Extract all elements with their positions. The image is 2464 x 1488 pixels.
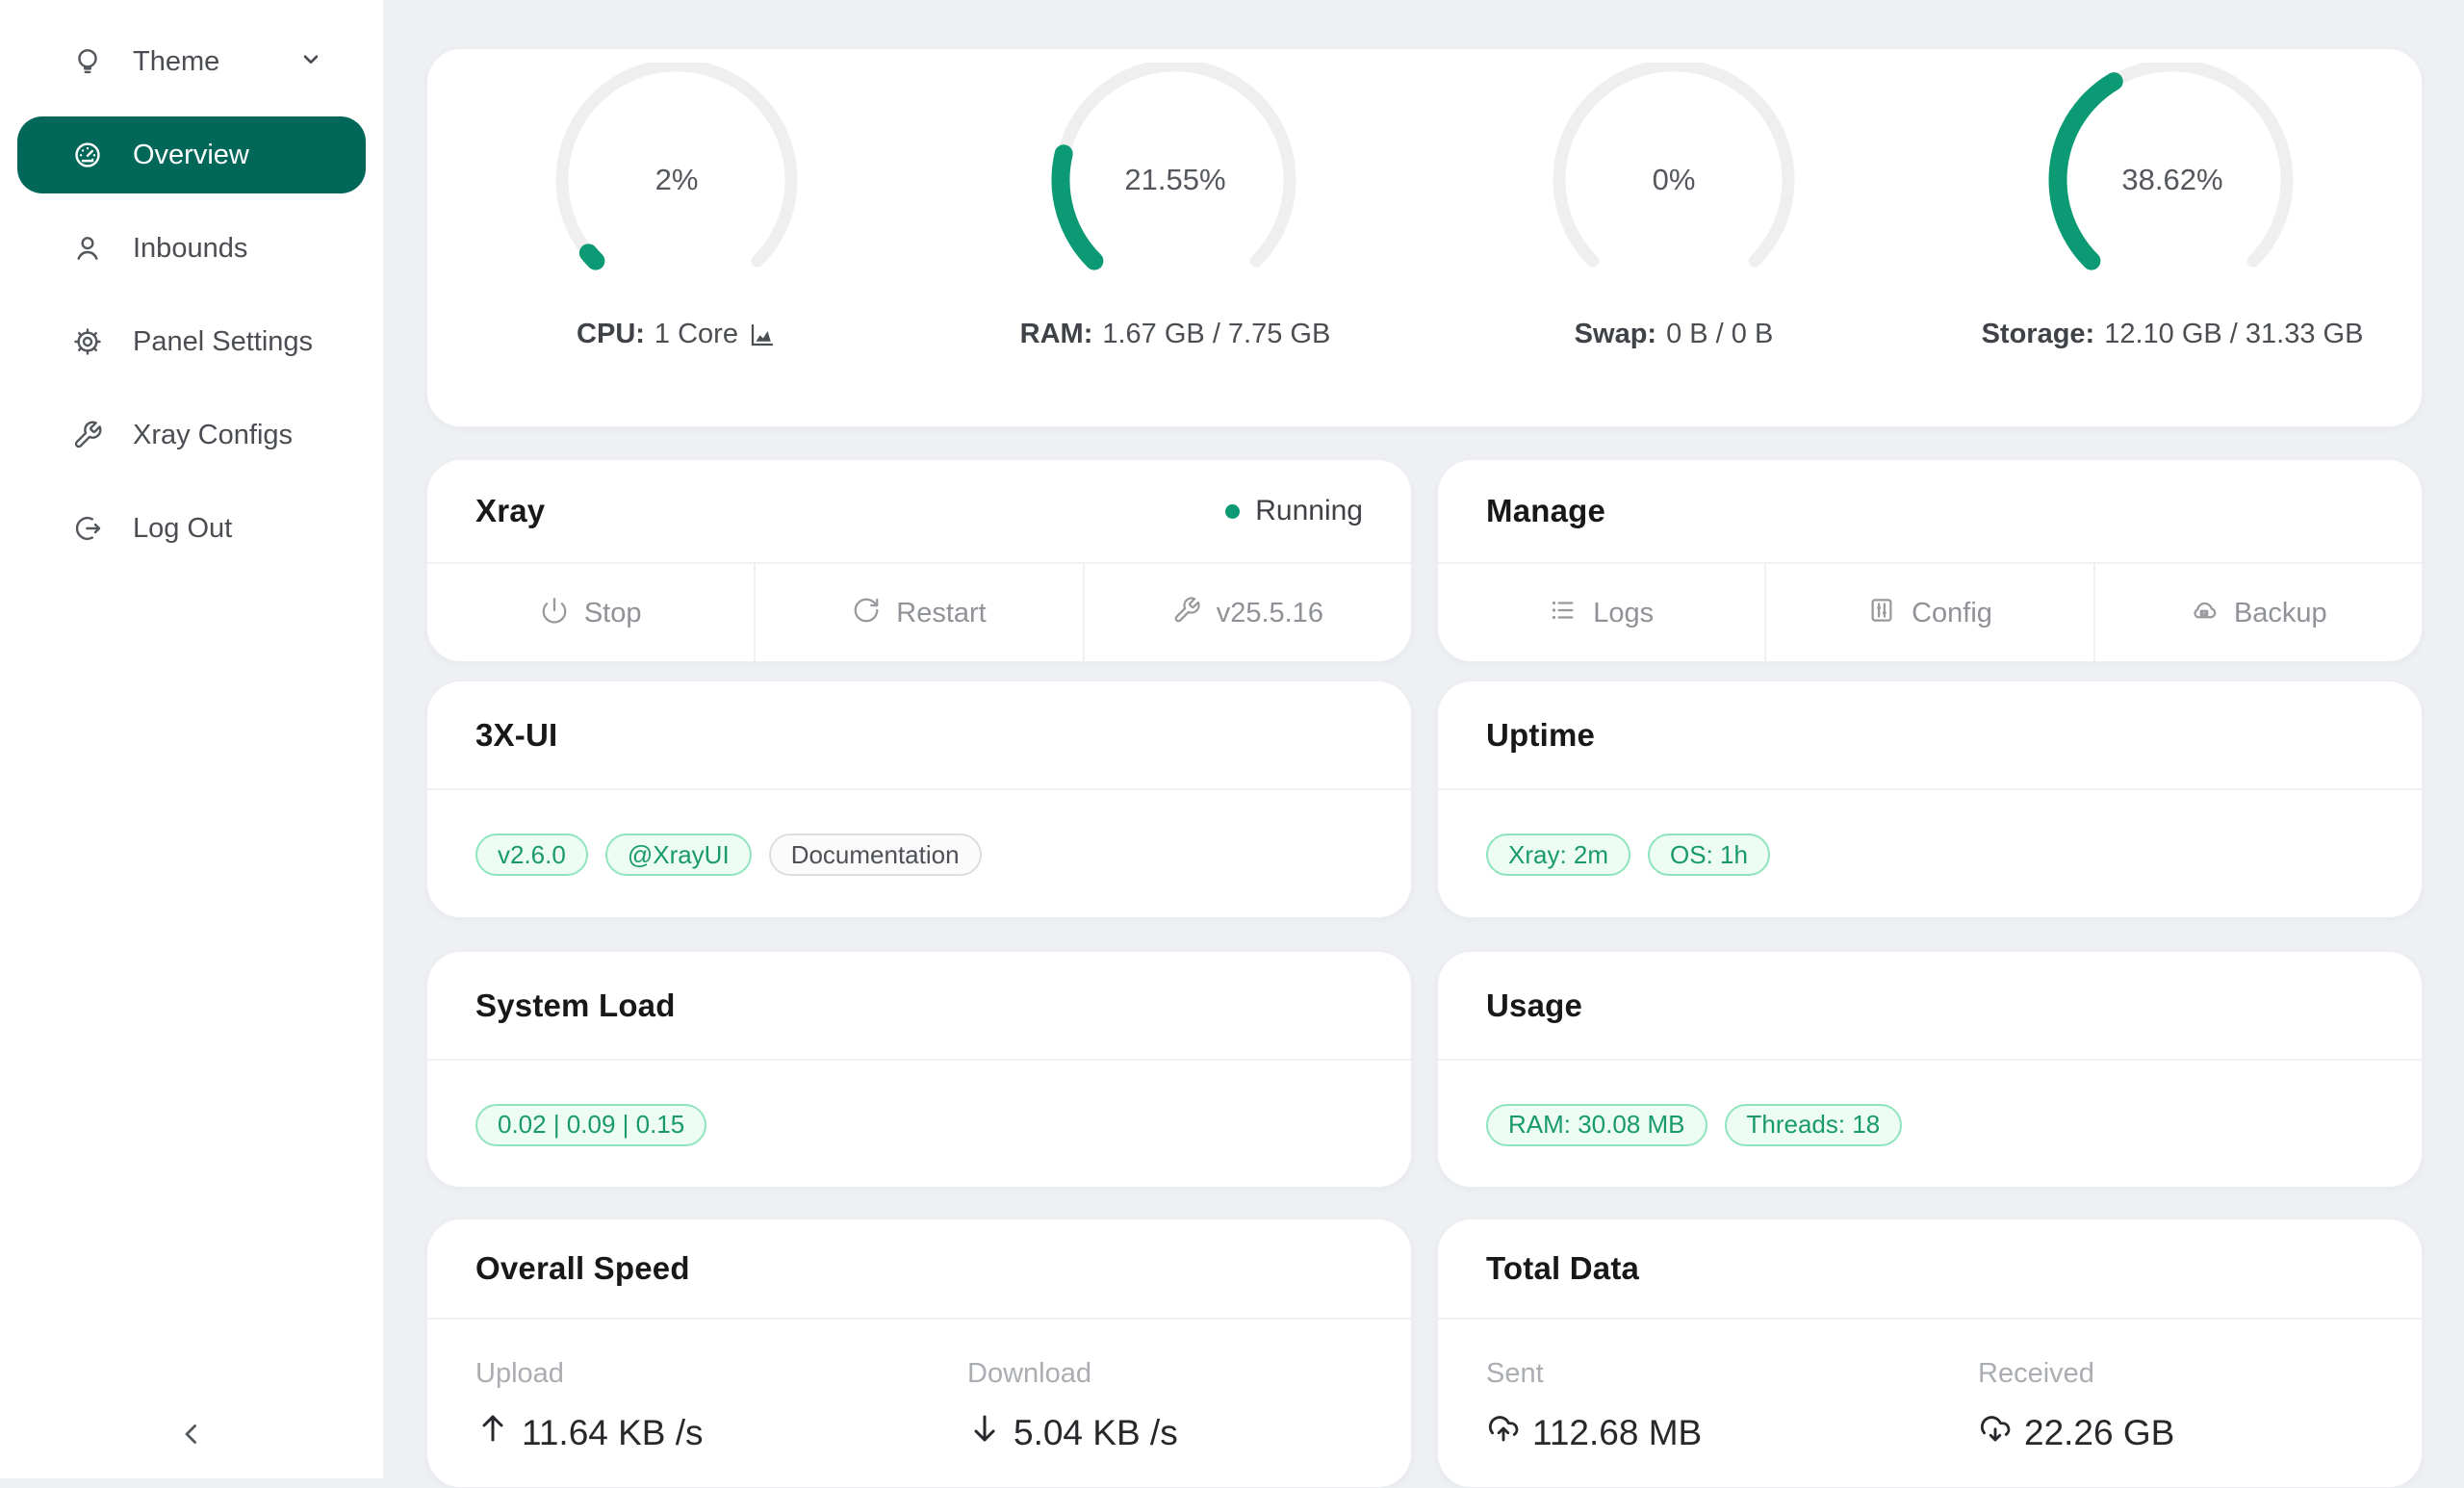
os-uptime-tag: OS: 1h <box>1648 834 1770 876</box>
gauge-label: CPU:1 Core <box>577 319 777 350</box>
version-tag[interactable]: v2.6.0 <box>475 834 588 876</box>
gauge-percent: 21.55% <box>1050 63 1300 297</box>
card-title: 3X-UI <box>475 717 557 754</box>
arrow-up-icon <box>475 1411 510 1454</box>
user-icon <box>71 232 104 265</box>
upload-metric: Upload 11.64 KB /s <box>427 1320 919 1454</box>
gauge-label: Swap:0 B / 0 B <box>1575 319 1774 350</box>
gauge-percent: 38.62% <box>2047 63 2297 297</box>
metric-value: 22.26 GB <box>1978 1411 2422 1454</box>
dashboard-icon <box>71 139 104 171</box>
list-icon <box>1549 596 1578 632</box>
sidebar-item-label: Xray Configs <box>133 420 293 451</box>
gauge-ram: 21.55% RAM:1.67 GB / 7.75 GB <box>926 49 1424 350</box>
overall-speed-card: Overall Speed Upload 11.64 KB /s Downloa… <box>426 1219 1412 1488</box>
gauge-percent: 0% <box>1549 63 1799 297</box>
card-title: Manage <box>1486 493 1605 529</box>
card-title: Total Data <box>1486 1250 1639 1287</box>
power-icon <box>540 596 569 632</box>
reload-icon <box>852 596 881 632</box>
documentation-tag[interactable]: Documentation <box>769 834 982 876</box>
metric-label: Sent <box>1486 1358 1930 1390</box>
xray-status: Running <box>1225 495 1363 527</box>
sidebar-item-overview[interactable]: Overview <box>17 116 366 193</box>
status-dot <box>1225 504 1240 519</box>
card-title: Overall Speed <box>475 1250 690 1287</box>
sidebar-item-theme[interactable]: Theme <box>17 23 366 100</box>
gauge-cpu: 2% CPU:1 Core <box>427 49 926 350</box>
xray-card: Xray Running Stop Restart v25.5. <box>426 459 1412 662</box>
system-gauges-card: 2% CPU:1 Core 21.55% RAM:1.67 GB / 7.75 … <box>426 48 2423 427</box>
chevron-down-icon <box>298 47 323 77</box>
config-button[interactable]: Config <box>1764 564 2092 663</box>
metric-value: 112.68 MB <box>1486 1411 1930 1454</box>
cloud-server-icon <box>2190 596 2219 632</box>
wrench-icon <box>71 419 104 451</box>
usage-card: Usage RAM: 30.08 MB Threads: 18 <box>1437 951 2423 1188</box>
uptime-card: Uptime Xray: 2m OS: 1h <box>1437 680 2423 918</box>
logout-icon <box>71 512 104 545</box>
manage-card: Manage Logs Config Backup <box>1437 459 2423 662</box>
cloud-upload-icon <box>1486 1411 1521 1454</box>
gauge-percent: 2% <box>552 63 802 297</box>
card-title: Uptime <box>1486 717 1595 754</box>
sidebar-item-label: Log Out <box>133 513 232 545</box>
restart-button[interactable]: Restart <box>754 564 1082 663</box>
sidebar: Theme Overview Inbounds Panel Settings <box>0 0 383 1478</box>
main-content: 2% CPU:1 Core 21.55% RAM:1.67 GB / 7.75 … <box>426 0 2423 1478</box>
sidebar-item-label: Inbounds <box>133 233 247 265</box>
sliders-icon <box>1867 596 1896 632</box>
xray-uptime-tag: Xray: 2m <box>1486 834 1630 876</box>
backup-button[interactable]: Backup <box>2093 564 2422 663</box>
sidebar-collapse-button[interactable] <box>0 1416 383 1457</box>
download-metric: Download 5.04 KB /s <box>919 1320 1411 1454</box>
status-label: Running <box>1255 495 1363 527</box>
load-average-tag: 0.02 | 0.09 | 0.15 <box>475 1104 706 1146</box>
sidebar-item-log-out[interactable]: Log Out <box>17 490 366 567</box>
chevron-left-icon <box>175 1416 208 1457</box>
sidebar-item-label: Theme <box>133 46 219 78</box>
area-chart-icon[interactable] <box>748 321 777 349</box>
sidebar-item-panel-settings[interactable]: Panel Settings <box>17 303 366 380</box>
card-title: Usage <box>1486 988 1582 1024</box>
metric-value: 5.04 KB /s <box>967 1411 1411 1454</box>
logs-button[interactable]: Logs <box>1438 564 1764 663</box>
sidebar-item-label: Panel Settings <box>133 326 313 358</box>
sidebar-item-label: Overview <box>133 140 249 171</box>
arrow-down-icon <box>967 1411 1002 1454</box>
xui-card: 3X-UI v2.6.0 @XrayUI Documentation <box>426 680 1412 918</box>
sidebar-item-inbounds[interactable]: Inbounds <box>17 210 366 287</box>
card-title: Xray <box>475 493 545 529</box>
gauge-label: RAM:1.67 GB / 7.75 GB <box>1020 319 1331 350</box>
xrayui-tag[interactable]: @XrayUI <box>605 834 752 876</box>
metric-label: Download <box>967 1358 1411 1390</box>
card-title: System Load <box>475 988 676 1024</box>
wrench-icon <box>1172 596 1201 632</box>
gauge-swap: 0% Swap:0 B / 0 B <box>1424 49 1923 350</box>
metric-value: 11.64 KB /s <box>475 1411 919 1454</box>
gauge-label: Storage:12.10 GB / 31.33 GB <box>1982 319 2364 350</box>
gear-icon <box>71 325 104 358</box>
lightbulb-icon <box>71 45 104 78</box>
total-data-card: Total Data Sent 112.68 MB Received 22.26… <box>1437 1219 2423 1488</box>
xray-version-button[interactable]: v25.5.16 <box>1083 564 1411 663</box>
stop-button[interactable]: Stop <box>427 564 754 663</box>
ram-usage-tag: RAM: 30.08 MB <box>1486 1104 1707 1146</box>
system-load-card: System Load 0.02 | 0.09 | 0.15 <box>426 951 1412 1188</box>
metric-label: Upload <box>475 1358 919 1390</box>
sidebar-item-xray-configs[interactable]: Xray Configs <box>17 397 366 474</box>
threads-tag: Threads: 18 <box>1725 1104 1903 1146</box>
received-metric: Received 22.26 GB <box>1930 1320 2422 1454</box>
metric-label: Received <box>1978 1358 2422 1390</box>
gauge-storage: 38.62% Storage:12.10 GB / 31.33 GB <box>1923 49 2422 350</box>
cloud-download-icon <box>1978 1411 2013 1454</box>
sent-metric: Sent 112.68 MB <box>1438 1320 1930 1454</box>
